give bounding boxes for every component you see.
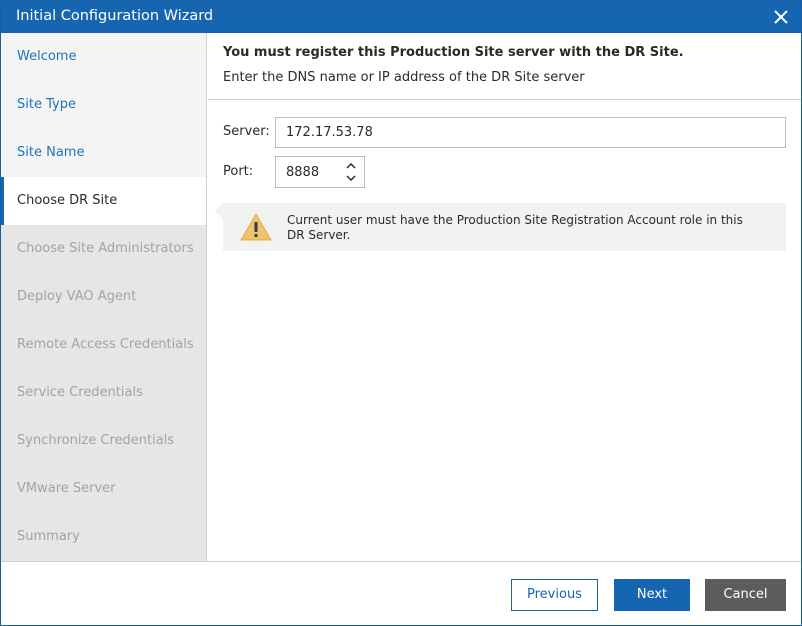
warning-pointer bbox=[215, 203, 223, 219]
warning-text: Current user must have the Production Si… bbox=[287, 213, 743, 242]
step-heading: You must register this Production Site s… bbox=[223, 45, 684, 60]
chevron-up-icon bbox=[346, 162, 356, 169]
step-vmware-server: VMware Server bbox=[17, 481, 116, 496]
close-button[interactable] bbox=[769, 5, 793, 29]
step-deploy-vao-agent: Deploy VAO Agent bbox=[17, 289, 137, 304]
warning-triangle-icon bbox=[240, 213, 272, 241]
title-bar: Initial Configuration Wizard bbox=[1, 1, 801, 33]
step-service-credentials: Service Credentials bbox=[17, 385, 143, 400]
step-choose-site-administrators: Choose Site Administrators bbox=[17, 241, 194, 256]
cancel-button[interactable]: Cancel bbox=[705, 579, 786, 611]
server-input[interactable] bbox=[275, 117, 786, 148]
port-increment-button[interactable] bbox=[344, 160, 358, 172]
close-icon bbox=[774, 10, 788, 24]
previous-button[interactable]: Previous bbox=[511, 579, 598, 611]
warning-message: Current user must have the Production Si… bbox=[215, 203, 786, 251]
wizard-footer: Previous Next Cancel bbox=[1, 561, 801, 625]
port-input[interactable] bbox=[276, 157, 338, 187]
step-content: You must register this Production Site s… bbox=[208, 33, 801, 561]
chevron-down-icon bbox=[346, 175, 356, 182]
server-label: Server: bbox=[223, 124, 270, 139]
next-button[interactable]: Next bbox=[614, 579, 690, 611]
wizard-window: Initial Configuration Wizard Welcome Sit… bbox=[0, 0, 802, 626]
step-choose-dr-site[interactable]: Choose DR Site bbox=[1, 177, 206, 225]
step-synchronize-credentials: Synchronize Credentials bbox=[17, 433, 175, 448]
port-stepper bbox=[275, 156, 365, 188]
port-label: Port: bbox=[223, 164, 254, 179]
wizard-steps-sidebar: Welcome Site Type Site Name Choose DR Si… bbox=[1, 33, 207, 561]
step-description: Enter the DNS name or IP address of the … bbox=[223, 70, 585, 85]
window-title: Initial Configuration Wizard bbox=[16, 8, 214, 24]
step-summary: Summary bbox=[17, 529, 80, 544]
step-site-name[interactable]: Site Name bbox=[1, 129, 206, 177]
step-remote-access-credentials: Remote Access Credentials bbox=[17, 337, 194, 352]
step-header: You must register this Production Site s… bbox=[208, 33, 801, 100]
step-welcome[interactable]: Welcome bbox=[1, 33, 206, 81]
port-decrement-button[interactable] bbox=[344, 173, 358, 185]
step-site-type[interactable]: Site Type bbox=[1, 81, 206, 129]
